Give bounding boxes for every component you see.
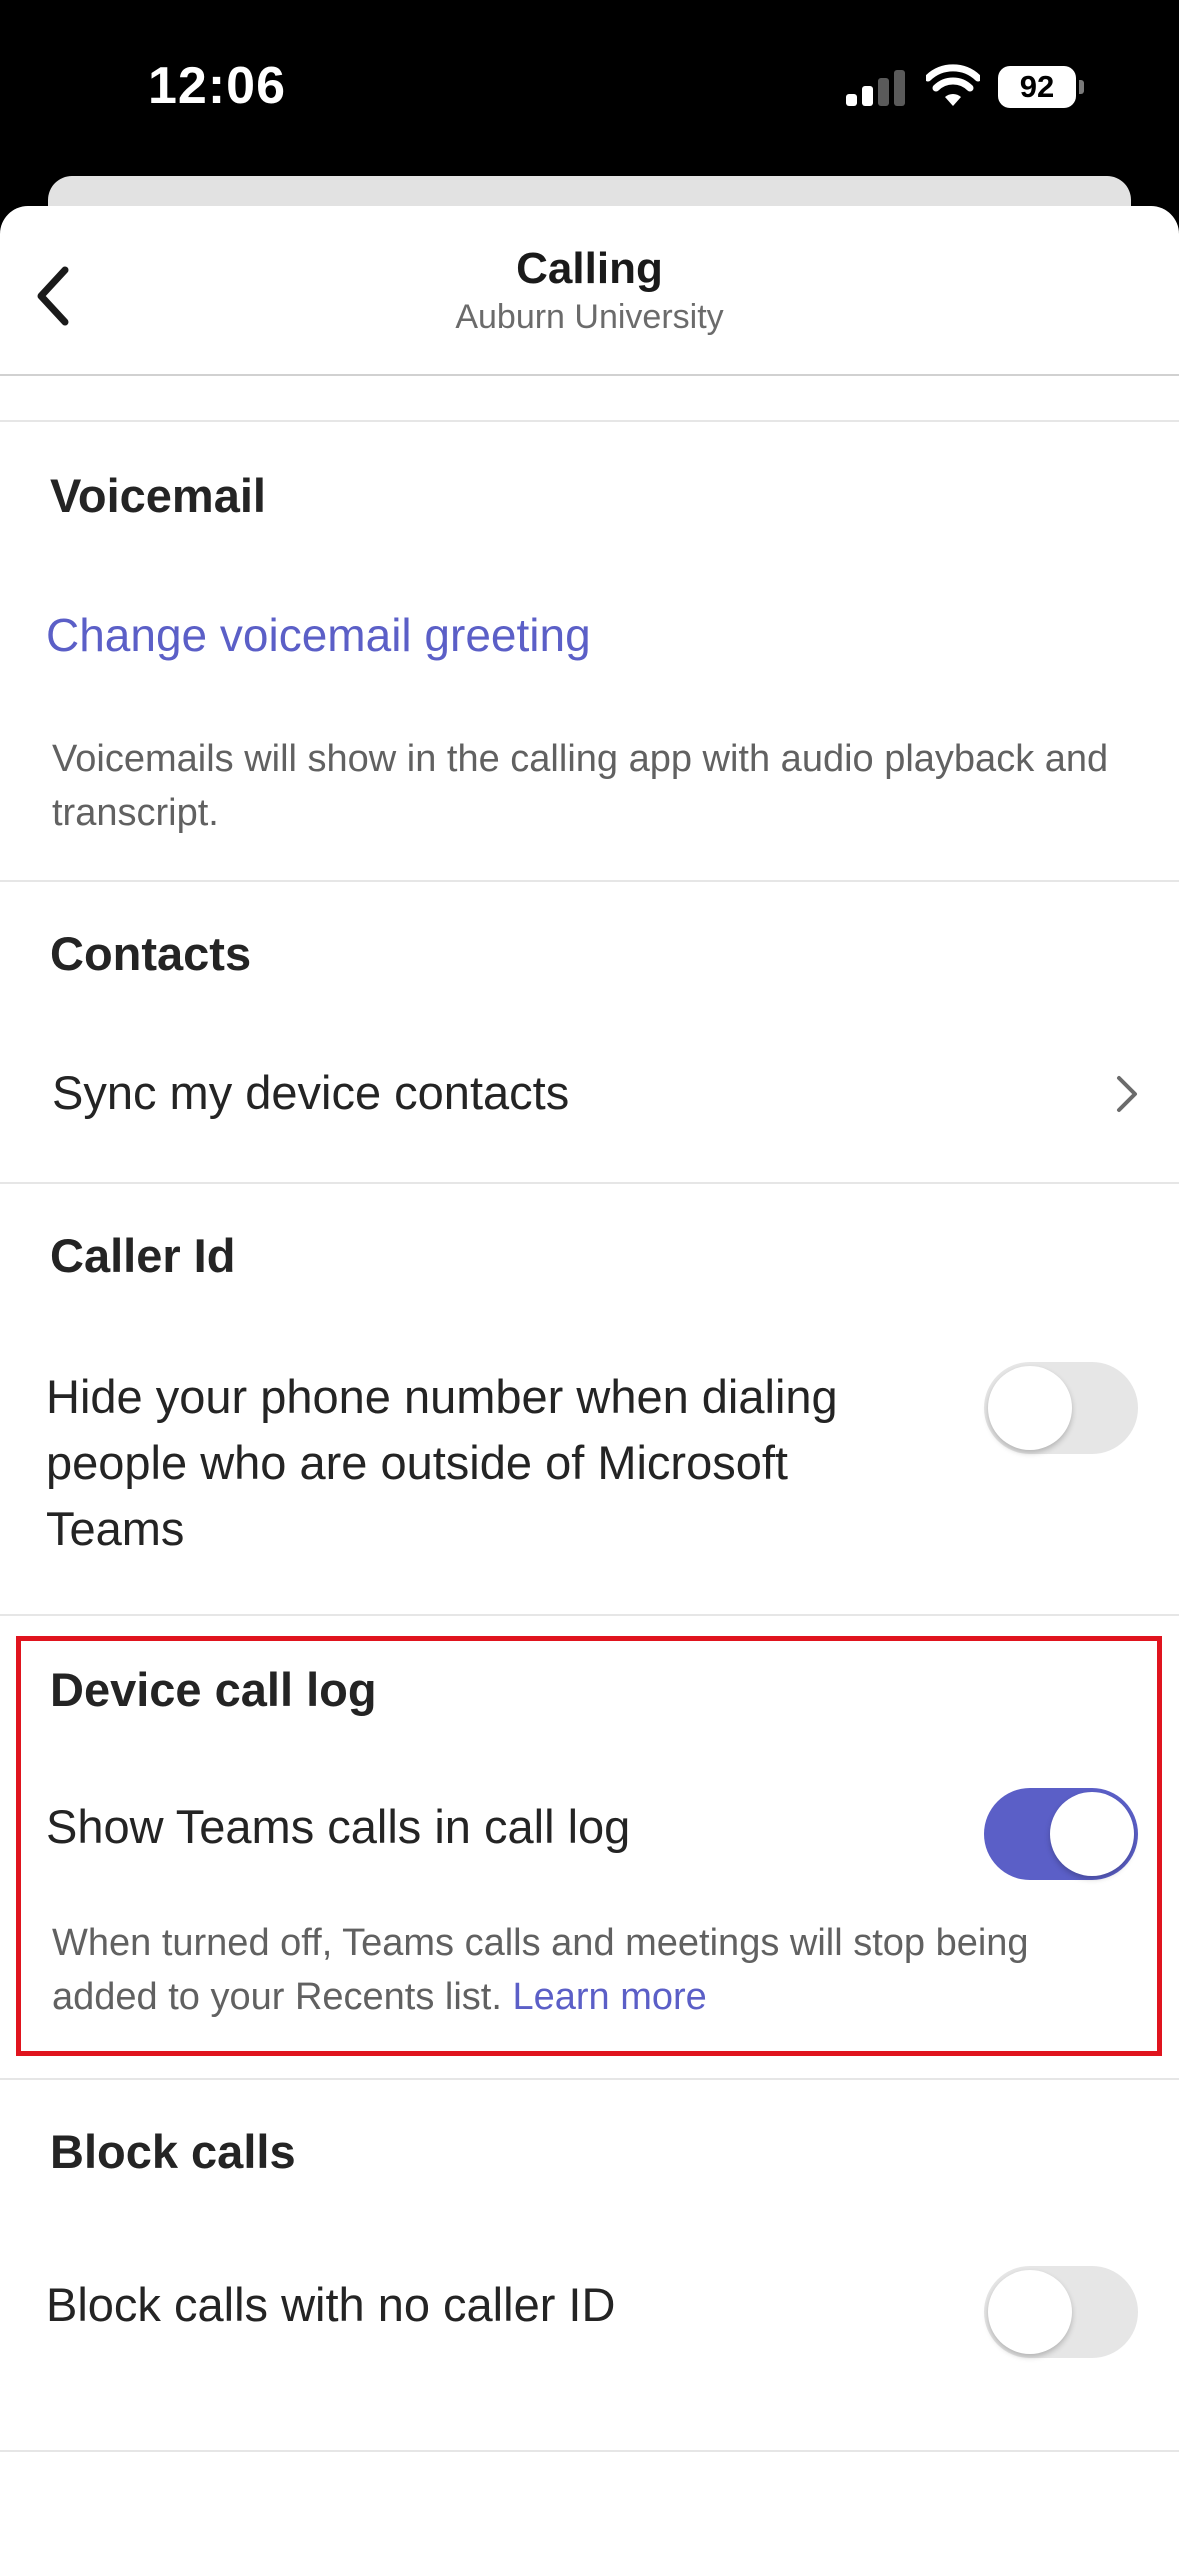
status-bar: 12:06 92 [0, 0, 1179, 176]
status-time: 12:06 [148, 57, 286, 115]
show-teams-calls-toggle[interactable] [984, 1788, 1138, 1880]
divider [0, 2450, 1179, 2452]
device-call-log-section: Device call log Show Teams calls in call… [0, 1616, 1179, 2078]
show-teams-calls-label: Show Teams calls in call log [46, 1800, 631, 1853]
block-no-caller-id-toggle[interactable] [984, 2266, 1138, 2358]
battery-indicator: 92 [998, 66, 1076, 108]
change-voicemail-greeting-link[interactable]: Change voicemail greeting [46, 608, 591, 662]
page-subtitle: Auburn University [455, 298, 724, 336]
wifi-icon [926, 64, 980, 106]
cellular-signal-icon [846, 70, 906, 106]
battery-tip [1079, 80, 1084, 94]
section-title: Device call log [50, 1663, 377, 1716]
hide-phone-number-label: Hide your phone number when dialing peop… [46, 1370, 838, 1555]
section-title: Voicemail [50, 469, 266, 522]
settings-sheet: Calling Auburn University Voicemail Chan… [0, 206, 1179, 2556]
page-title: Calling [516, 244, 663, 293]
sync-device-contacts-row[interactable]: Sync my device contacts [0, 1032, 1179, 1152]
caller-id-section: Caller Id Hide your phone number when di… [0, 1184, 1179, 1614]
toggle-knob [1050, 1792, 1134, 1876]
section-title: Caller Id [50, 1229, 236, 1282]
block-calls-section: Block calls Block calls with no caller I… [0, 2080, 1179, 2450]
row-label: Sync my device contacts [52, 1066, 570, 1119]
learn-more-link[interactable]: Learn more [512, 1976, 706, 2018]
voicemail-section: Voicemail Change voicemail greeting Voic… [0, 422, 1179, 880]
toggle-knob [988, 1366, 1072, 1450]
hide-phone-number-toggle[interactable] [984, 1362, 1138, 1454]
navigation-header: Calling Auburn University [0, 206, 1179, 376]
section-title: Block calls [50, 2125, 296, 2178]
toggle-knob [988, 2270, 1072, 2354]
contacts-section: Contacts Sync my device contacts [0, 882, 1179, 1182]
section-title: Contacts [50, 927, 252, 980]
block-no-caller-id-label: Block calls with no caller ID [46, 2278, 616, 2331]
chevron-right-icon [1117, 1076, 1137, 1112]
device-call-log-caption: When turned off, Teams calls and meeting… [52, 1916, 1142, 2024]
voicemail-caption: Voicemails will show in the calling app … [52, 738, 1109, 834]
